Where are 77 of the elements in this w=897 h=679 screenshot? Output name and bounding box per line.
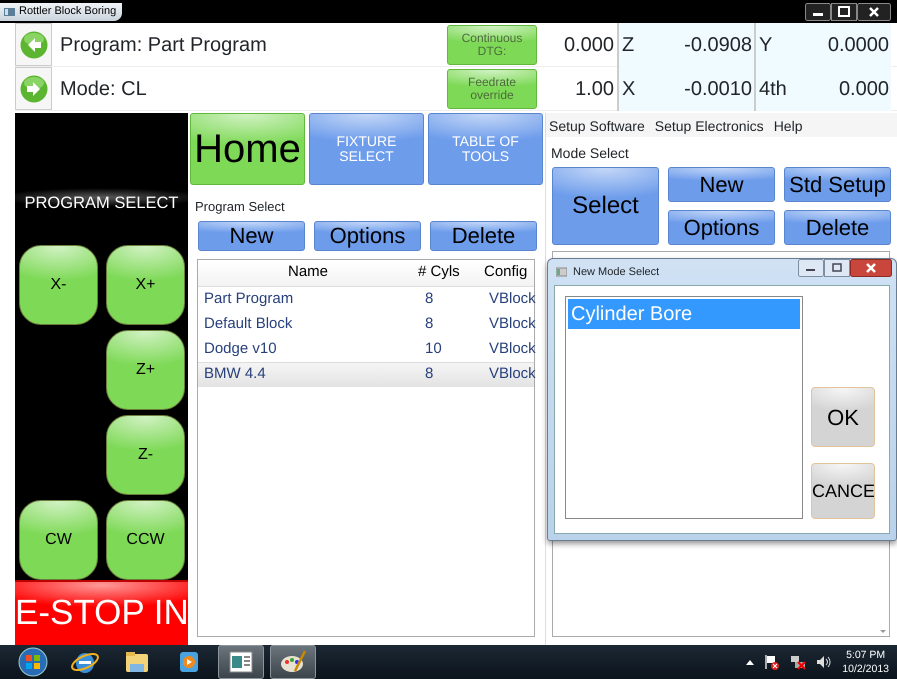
back-button[interactable]	[15, 23, 52, 66]
dialog-title: New Mode Select	[573, 264, 660, 280]
axis-label: 4th	[759, 76, 787, 102]
readout-value: 1.00	[574, 76, 615, 102]
axis-value: -0.0010	[684, 76, 752, 102]
table-cell-text: VBlock	[488, 288, 537, 309]
menu-item[interactable]: Setup Electronics	[654, 116, 764, 134]
jog-button[interactable]: Z+	[106, 330, 185, 410]
ok-button[interactable]: OK	[811, 387, 875, 447]
close-icon[interactable]	[850, 259, 892, 277]
tab[interactable]: Home	[190, 113, 305, 185]
table-cell-text: BMW 4.4	[203, 364, 267, 384]
group-title: Program Select	[195, 198, 286, 216]
network-error-icon[interactable]	[790, 654, 806, 670]
feedrate-override-button[interactable]: Feedrate override	[447, 68, 537, 108]
table-row[interactable]: Part Program 8 VBlock	[198, 286, 534, 312]
readout-value: 0.000	[562, 32, 615, 58]
column-header: # Cyls	[418, 262, 461, 282]
program-action-button[interactable]: Delete	[430, 220, 537, 250]
mode-label: Mode: CL	[59, 76, 148, 102]
speaker-icon[interactable]	[816, 654, 832, 670]
table-cell-text: 8	[424, 314, 434, 334]
minimize-icon[interactable]	[798, 259, 824, 277]
jog-button[interactable]: X+	[106, 244, 185, 325]
menu-item[interactable]: Setup Software	[549, 116, 645, 134]
minimize-icon[interactable]	[805, 2, 831, 20]
scroll-down-icon[interactable]	[880, 630, 886, 633]
table-row[interactable]: Dodge v10 10 VBlock	[198, 336, 534, 362]
jog-button[interactable]: CCW	[106, 500, 185, 580]
table-cell-text: 10	[424, 338, 443, 359]
axis-value: 0.0000	[828, 32, 889, 58]
flag-alert-icon[interactable]	[764, 654, 780, 670]
clock[interactable]: 5:07 PM 10/2/2013	[842, 648, 889, 676]
mode-action-button[interactable]: Select	[552, 167, 659, 245]
continuous-dtg-button[interactable]: Continuous DTG:	[447, 24, 537, 64]
mode-action-button[interactable]: New	[668, 167, 775, 202]
maximize-icon[interactable]	[824, 259, 850, 277]
forward-button[interactable]	[15, 67, 52, 110]
table-cell-text: Default Block	[203, 314, 294, 334]
mode-action-button[interactable]: Options	[668, 210, 775, 245]
e-stop-button[interactable]: E-STOP IN	[15, 580, 188, 645]
table-row[interactable]: BMW 4.4 8 VBlock	[198, 362, 534, 386]
app-icon	[4, 6, 15, 16]
column-header: Name	[286, 262, 329, 282]
program-action-button[interactable]: New	[198, 220, 305, 250]
clock-time: 5:07 PM	[845, 648, 886, 662]
program-label: Program: Part Program	[59, 32, 268, 58]
jog-button[interactable]: CW	[19, 500, 98, 580]
axis-value: 0.000	[838, 76, 889, 102]
table-cell-text: Dodge v10	[203, 338, 278, 359]
table-cell-text: VBlock	[488, 314, 537, 334]
axis-value: -0.0908	[684, 32, 752, 58]
clock-date: 10/2/2013	[842, 662, 889, 676]
table-cell-text: VBlock	[488, 364, 537, 384]
menu-item[interactable]: Help	[774, 116, 802, 134]
mode-action-button[interactable]: Std Setup	[784, 167, 891, 202]
group-title: Mode Select	[551, 144, 630, 163]
mode-action-button[interactable]: Delete	[784, 210, 891, 245]
close-icon[interactable]	[857, 2, 891, 20]
table-cell-text: Part Program	[203, 288, 294, 309]
window-title: Rottler Block Boring	[19, 4, 116, 20]
start-button-icon[interactable]	[18, 647, 48, 677]
axis-label: X	[622, 76, 636, 102]
table-row[interactable]: Default Block 8 VBlock	[198, 312, 534, 336]
show-hidden-icons[interactable]	[746, 660, 754, 664]
column-header: Config	[484, 262, 528, 282]
program-action-button[interactable]: Options	[314, 220, 421, 250]
cancel-button[interactable]: CANCE	[811, 463, 875, 519]
table-cell-text: VBlock	[488, 338, 537, 359]
jog-button[interactable]: Z-	[106, 414, 185, 495]
table-cell-text: 8	[424, 288, 434, 309]
axis-label: Y	[759, 32, 772, 58]
dialog-app-icon	[556, 267, 567, 277]
axis-label: Z	[622, 32, 634, 58]
maximize-icon[interactable]	[831, 2, 857, 20]
jog-button[interactable]: X-	[19, 244, 98, 325]
table-cell-text: 8	[424, 364, 434, 384]
